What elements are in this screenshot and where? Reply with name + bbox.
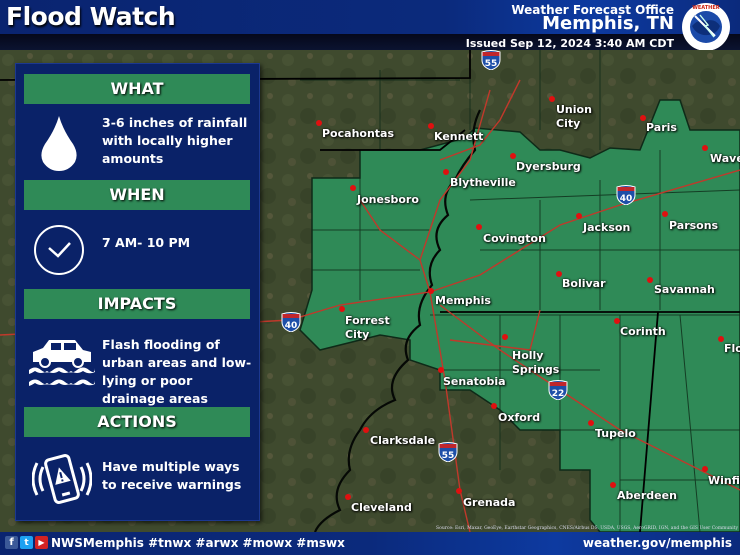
- map-attribution: Source: Esri, Maxar, GeoEye, Earthstar G…: [436, 526, 738, 531]
- interstate-40-shield-east: 40: [616, 185, 636, 205]
- city-label-tupelo: Tupelo: [595, 427, 636, 440]
- nws-logo-icon: WEATHER: [682, 3, 730, 51]
- city-dot: [339, 306, 345, 312]
- city-label-line: Springs: [512, 363, 560, 376]
- city-label-winfield: Winfie: [708, 474, 740, 487]
- city-label-paris: Paris: [646, 121, 677, 134]
- svg-text:55: 55: [485, 59, 498, 69]
- city-label-clarksdale: Clarksdale: [370, 434, 436, 447]
- city-label-holly-springs: Holly Springs: [512, 349, 559, 377]
- what-description: 3-6 inches of rainfall with locally high…: [102, 115, 248, 166]
- city-label-cleveland: Cleveland: [351, 501, 412, 514]
- section-heading-impacts: IMPACTS: [24, 289, 250, 319]
- city-dot: [502, 334, 508, 340]
- city-label-parsons: Parsons: [669, 219, 719, 232]
- interstate-22-shield: 22: [548, 380, 568, 400]
- city-label-jackson: Jackson: [583, 221, 631, 234]
- section-heading-actions: ACTIONS: [24, 407, 250, 437]
- info-panel: WHAT 3-6 inches of rainfall with locally…: [15, 63, 260, 521]
- city-dot: [662, 211, 668, 217]
- city-dot: [549, 96, 555, 102]
- city-dot: [610, 482, 616, 488]
- city-dot: [647, 277, 653, 283]
- flooded-car-icon: [29, 340, 95, 386]
- city-dot: [614, 318, 620, 324]
- city-dot: [443, 169, 449, 175]
- city-label-covington: Covington: [483, 232, 546, 245]
- city-label-aberdeen: Aberdeen: [617, 489, 677, 502]
- city-label-forrest-city: Forrest City: [345, 314, 390, 342]
- footer-bar: f t ▶ NWSMemphis #tnwx #arwx #mowx #mswx…: [0, 532, 740, 555]
- city-dot: [363, 427, 369, 433]
- interstate-55-shield-south: 55: [438, 442, 458, 462]
- youtube-icon[interactable]: ▶: [35, 536, 48, 549]
- twitter-icon[interactable]: t: [20, 536, 33, 549]
- city-dot: [510, 153, 516, 159]
- section-heading-what: WHAT: [24, 74, 250, 104]
- city-label-line: Holly: [512, 349, 544, 362]
- city-label-blytheville: Blytheville: [450, 176, 516, 189]
- city-dot: [316, 120, 322, 126]
- city-label-corinth: Corinth: [620, 325, 666, 338]
- city-label-grenada: Grenada: [463, 496, 516, 509]
- interstate-40-shield-west: 40: [281, 312, 301, 332]
- city-label-kennett: Kennett: [434, 130, 484, 143]
- city-label-line: Forrest: [345, 314, 390, 327]
- when-description: 7 AM- 10 PM: [102, 235, 191, 250]
- actions-description: Have multiple ways to receive warnings: [102, 459, 242, 492]
- issued-time: Issued Sep 12, 2024 3:40 AM CDT: [465, 37, 674, 50]
- website-link[interactable]: weather.gov/memphis: [583, 536, 732, 550]
- city-dot: [428, 123, 434, 129]
- raindrop-icon: [41, 116, 77, 171]
- facebook-icon[interactable]: f: [5, 536, 18, 549]
- city-dot: [350, 185, 356, 191]
- city-dot: [588, 420, 594, 426]
- city-dot: [438, 367, 444, 373]
- svg-text:40: 40: [285, 321, 298, 331]
- city-label-line: City: [345, 328, 370, 341]
- clock-icon: [34, 225, 84, 275]
- city-label-union-city: Union City: [556, 103, 592, 131]
- impacts-description: Flash flooding of urban areas and low-ly…: [102, 337, 252, 406]
- office-city: Memphis, TN: [542, 13, 674, 34]
- city-label-line: City: [556, 117, 581, 130]
- city-dot: [491, 403, 497, 409]
- phone-alert-icon: [32, 454, 92, 504]
- city-label-bolivar: Bolivar: [562, 277, 606, 290]
- city-label-florence: Flo: [724, 342, 740, 355]
- city-label-line: Union: [556, 103, 592, 116]
- interstate-55-shield-north: 55: [481, 50, 501, 70]
- city-label-memphis: Memphis: [435, 294, 491, 307]
- section-heading-when: WHEN: [24, 180, 250, 210]
- city-dot: [576, 213, 582, 219]
- city-label-jonesboro: Jonesboro: [357, 193, 419, 206]
- city-dot: [702, 145, 708, 151]
- page-title: Flood Watch: [6, 2, 176, 31]
- city-dot: [702, 466, 708, 472]
- social-handle: NWSMemphis #tnwx #arwx #mowx #mswx: [51, 536, 345, 550]
- svg-text:WEATHER: WEATHER: [692, 5, 719, 11]
- svg-text:22: 22: [552, 389, 565, 399]
- svg-text:40: 40: [620, 194, 633, 204]
- city-label-pocahontas: Pocahontas: [322, 127, 395, 140]
- city-label-savannah: Savannah: [654, 283, 715, 296]
- svg-text:55: 55: [442, 451, 455, 461]
- city-label-dyersburg: Dyersburg: [516, 160, 581, 173]
- city-label-oxford: Oxford: [498, 411, 541, 424]
- city-label-waverly: Wave: [710, 152, 740, 165]
- city-dot: [456, 488, 462, 494]
- city-dot: [428, 288, 434, 294]
- city-label-senatobia: Senatobia: [443, 375, 506, 388]
- city-dot: [476, 224, 482, 230]
- city-dot: [345, 494, 351, 500]
